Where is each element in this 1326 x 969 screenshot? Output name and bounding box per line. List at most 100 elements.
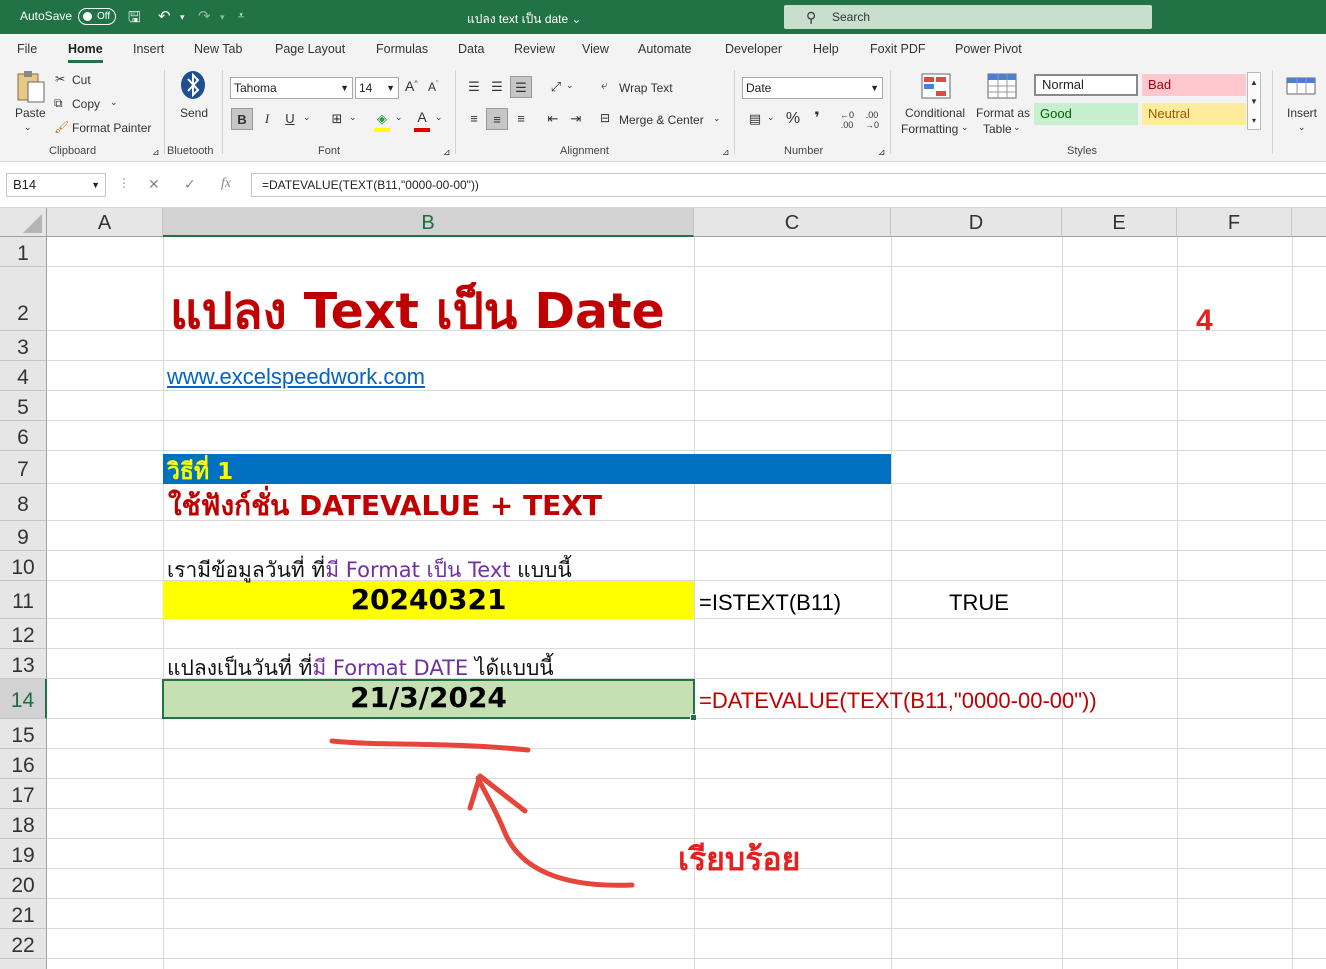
accounting-dropdown-icon[interactable]: ⌄ <box>767 112 775 123</box>
comma-style-icon[interactable]: ❜ <box>806 108 828 130</box>
bluetooth-icon[interactable] <box>180 70 206 100</box>
paste-dropdown-icon[interactable]: ⌄ <box>24 122 32 133</box>
tab-formulas[interactable]: Formulas <box>376 42 428 56</box>
formula-input[interactable]: =DATEVALUE(TEXT(B11,"0000-00-00")) <box>251 173 1326 197</box>
copy-button[interactable]: Copy <box>72 97 100 111</box>
format-painter-button[interactable]: Format Painter <box>72 121 151 135</box>
tab-power-pivot[interactable]: Power Pivot <box>955 42 1022 56</box>
dialog-launcher-icon[interactable]: ⊿ <box>878 147 886 158</box>
orientation-icon[interactable]: ⤢ <box>545 76 567 98</box>
tab-insert[interactable]: Insert <box>133 42 164 56</box>
conditional-formatting-icon[interactable] <box>920 72 952 100</box>
underline-dropdown-icon[interactable]: ⌄ <box>303 112 311 123</box>
italic-icon[interactable]: I <box>256 108 278 130</box>
tab-new-tab[interactable]: New Tab <box>194 42 242 56</box>
redo-icon[interactable]: ↷ <box>198 7 211 25</box>
format-table-dropdown-icon[interactable]: ⌄ <box>1013 122 1021 133</box>
format-painter-icon[interactable]: 🖌 <box>54 120 69 134</box>
underline-icon[interactable]: U <box>279 108 301 130</box>
orientation-dropdown-icon[interactable]: ⌄ <box>566 80 574 91</box>
undo-icon[interactable]: ↶ <box>158 7 171 25</box>
merge-dropdown-icon[interactable]: ⌄ <box>713 113 721 124</box>
conditional-formatting-button[interactable]: Conditional <box>905 106 965 120</box>
align-bottom-icon[interactable]: ☰ <box>510 76 532 98</box>
wrap-text-button[interactable]: Wrap Text <box>619 81 673 95</box>
number-format-dropdown[interactable]: Date ▼ <box>742 77 883 99</box>
redo-dropdown-icon[interactable]: ▾ <box>220 12 225 23</box>
tab-data[interactable]: Data <box>458 42 484 56</box>
undo-dropdown-icon[interactable]: ▾ <box>180 12 185 23</box>
font-name-dropdown[interactable]: Tahoma ▼ <box>230 77 353 99</box>
tab-foxit-pdf[interactable]: Foxit PDF <box>870 42 926 56</box>
chevron-up-icon[interactable]: ▲ <box>1250 78 1258 87</box>
borders-icon[interactable]: ⊞ <box>326 108 348 130</box>
format-as-table-button[interactable]: Format as <box>976 106 1030 120</box>
wrap-text-icon[interactable]: ⤶ <box>601 78 608 93</box>
save-icon[interactable]: 🖫 <box>128 7 141 32</box>
worksheet-grid[interactable]: A B C D E F 1 2 3 4 5 6 7 8 9 10 11 12 13 14 15 16 17 18 1… <box>0 208 1326 969</box>
tab-file[interactable]: File <box>17 42 37 56</box>
tab-page-layout[interactable]: Page Layout <box>275 42 345 56</box>
tab-developer[interactable]: Developer <box>725 42 782 56</box>
merge-center-button[interactable]: Merge & Center <box>619 113 704 127</box>
tab-review[interactable]: Review <box>514 42 555 56</box>
tab-home[interactable]: Home <box>68 42 103 63</box>
cut-icon[interactable]: ✂ <box>55 72 65 86</box>
style-neutral[interactable]: Neutral <box>1142 103 1246 125</box>
paste-icon[interactable] <box>14 70 46 104</box>
align-left-icon[interactable]: ≡ <box>463 108 485 130</box>
accounting-format-icon[interactable]: ▤ <box>744 108 766 130</box>
align-center-icon[interactable]: ≡ <box>486 108 508 130</box>
fill-color-dropdown-icon[interactable]: ⌄ <box>395 112 403 123</box>
paste-button[interactable]: Paste <box>15 106 46 120</box>
copy-icon[interactable]: ⧉ <box>54 96 63 111</box>
borders-dropdown-icon[interactable]: ⌄ <box>349 112 357 123</box>
styles-group-label: Styles <box>1067 145 1097 157</box>
merge-center-icon[interactable]: ⊟ <box>600 111 610 125</box>
insert-dropdown-icon[interactable]: ⌄ <box>1298 122 1306 133</box>
align-top-icon[interactable]: ☰ <box>463 76 485 98</box>
dialog-launcher-icon[interactable]: ⊿ <box>443 147 451 158</box>
increase-decimal-icon[interactable]: ←0.00 <box>836 108 858 130</box>
fill-color-icon[interactable]: ◈ <box>371 108 393 130</box>
insert-function-icon[interactable]: fx <box>221 176 231 192</box>
increase-font-size-icon[interactable]: A^ <box>405 78 418 94</box>
more-icon[interactable]: ▾ <box>1252 116 1256 125</box>
align-middle-icon[interactable]: ☰ <box>486 76 508 98</box>
bold-icon[interactable]: B <box>231 108 253 130</box>
chevron-down-icon[interactable]: ▼ <box>1250 97 1258 106</box>
decrease-indent-icon[interactable]: ⇤ <box>542 108 564 130</box>
cut-button[interactable]: Cut <box>72 73 91 87</box>
name-box[interactable]: B14 ▼ <box>6 173 106 197</box>
insert-button[interactable]: Insert <box>1287 106 1317 120</box>
enter-icon[interactable]: ✓ <box>184 176 196 193</box>
chevron-down-icon[interactable]: ▼ <box>91 174 100 196</box>
autosave-toggle[interactable]: Off <box>78 8 116 25</box>
insert-cells-icon[interactable] <box>1285 72 1317 100</box>
cancel-icon[interactable]: ✕ <box>148 176 160 193</box>
tab-view[interactable]: View <box>582 42 609 56</box>
decrease-decimal-icon[interactable]: .00 →0 <box>861 108 883 130</box>
style-good[interactable]: Good <box>1034 103 1138 125</box>
chevron-down-icon[interactable]: ⌄ <box>572 12 582 26</box>
copy-dropdown-icon[interactable]: ⌄ <box>110 97 118 108</box>
format-as-table-icon[interactable] <box>986 72 1018 100</box>
font-size-dropdown[interactable]: 14 ▼ <box>355 77 399 99</box>
send-button[interactable]: Send <box>180 106 208 120</box>
dialog-launcher-icon[interactable]: ⊿ <box>152 147 160 158</box>
decrease-font-size-icon[interactable]: Aˇ <box>428 80 438 94</box>
tab-help[interactable]: Help <box>813 42 839 56</box>
font-color-icon[interactable]: A <box>411 106 433 128</box>
font-color-dropdown-icon[interactable]: ⌄ <box>435 112 443 123</box>
percent-style-icon[interactable]: % <box>782 108 804 130</box>
increase-indent-icon[interactable]: ⇥ <box>565 108 587 130</box>
search-box[interactable]: ⚲ Search <box>784 5 1152 29</box>
conditional-dropdown-icon[interactable]: ⌄ <box>961 122 969 133</box>
customize-qat-icon[interactable]: ⩡ <box>238 10 244 23</box>
align-right-icon[interactable]: ≡ <box>510 108 532 130</box>
styles-gallery-scroll[interactable]: ▲ ▼ ▾ <box>1247 72 1261 130</box>
style-normal[interactable]: Normal <box>1034 74 1138 96</box>
tab-automate[interactable]: Automate <box>638 42 692 56</box>
dialog-launcher-icon[interactable]: ⊿ <box>722 147 730 158</box>
style-bad[interactable]: Bad <box>1142 74 1246 96</box>
